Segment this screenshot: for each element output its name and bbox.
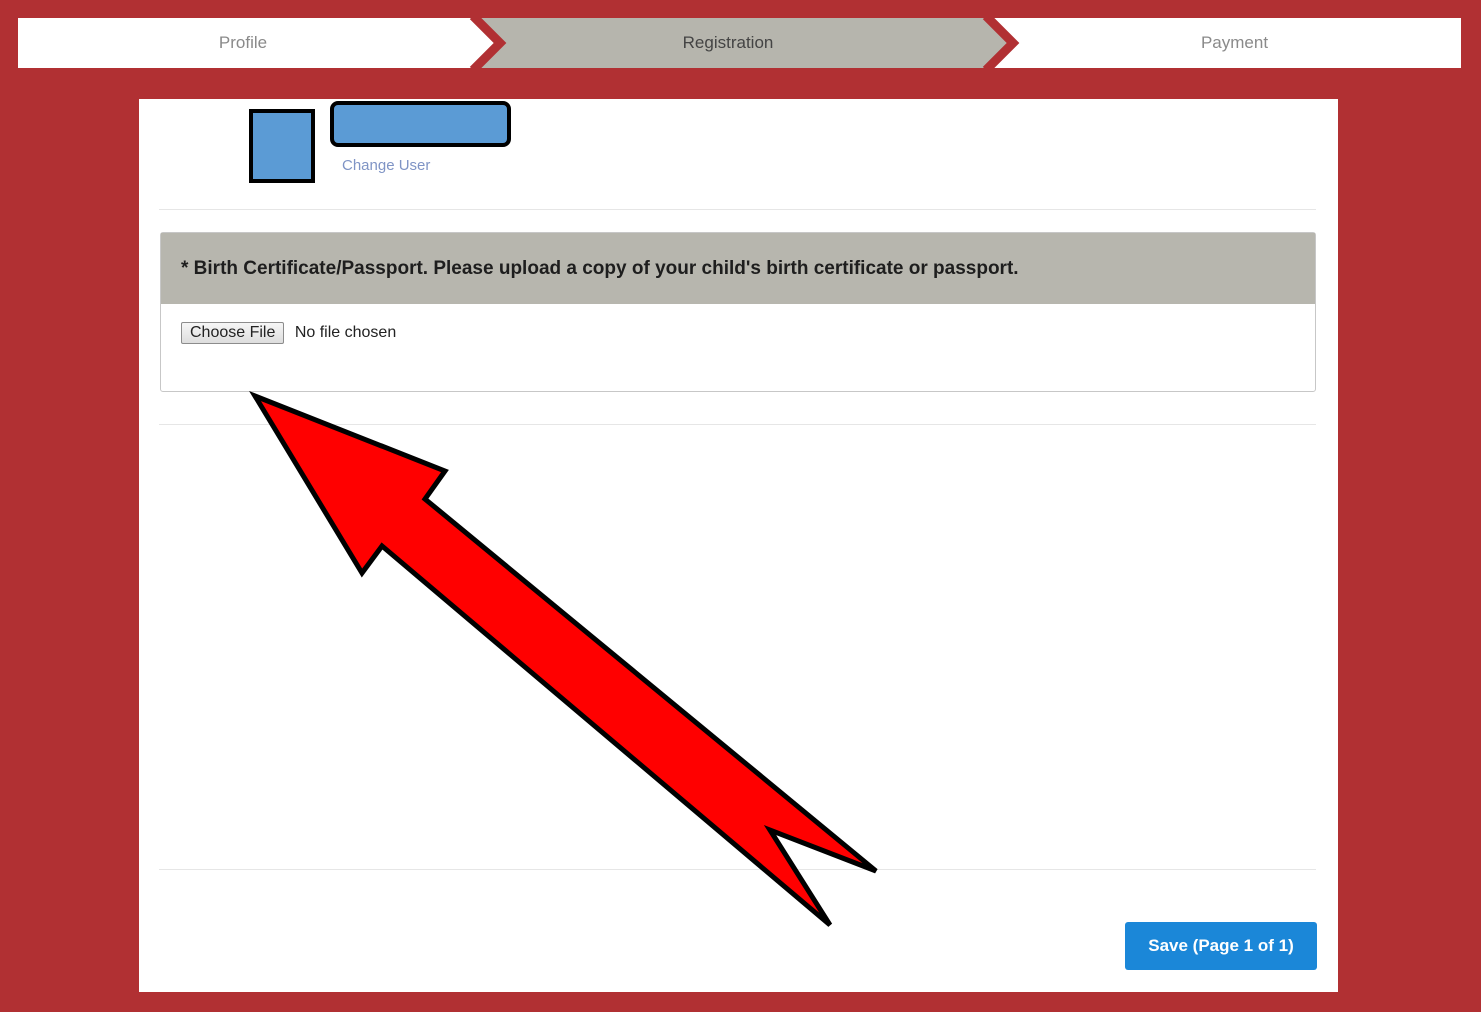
birth-certificate-upload-panel: * Birth Certificate/Passport. Please upl… [160,232,1316,392]
divider [159,209,1316,210]
file-input[interactable]: Choose File No file chosen [181,321,396,345]
registration-card: Change User * Birth Certificate/Passport… [139,99,1338,992]
divider [159,869,1316,870]
step-registration[interactable]: Registration [498,18,958,68]
avatar-redacted [249,109,315,183]
step-profile[interactable]: Profile [18,18,468,68]
choose-file-button[interactable]: Choose File [181,322,285,344]
upload-prompt: * Birth Certificate/Passport. Please upl… [161,233,1315,304]
save-button[interactable]: Save (Page 1 of 1) [1125,922,1317,970]
progress-stepper: Profile Registration Payment [18,18,1461,68]
change-user-link[interactable]: Change User [342,157,430,174]
step-payment[interactable]: Payment [1008,18,1461,68]
file-status-text: No file chosen [294,324,397,341]
divider [159,424,1316,425]
user-name-redacted [330,101,511,147]
